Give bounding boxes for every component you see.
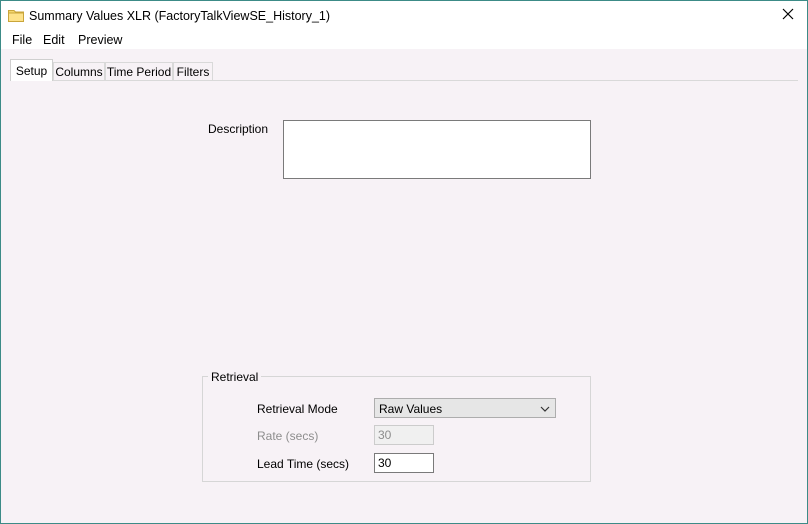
title-bar: Summary Values XLR (FactoryTalkViewSE_Hi…: [1, 1, 807, 31]
retrieval-group-title: Retrieval: [208, 370, 262, 384]
window-title: Summary Values XLR (FactoryTalkViewSE_Hi…: [29, 9, 331, 23]
rate-label: Rate (secs): [257, 429, 319, 443]
close-button[interactable]: [769, 1, 807, 31]
description-label: Description: [208, 122, 269, 136]
tab-divider: [10, 80, 798, 81]
tab-filters[interactable]: Filters: [173, 62, 213, 80]
menu-preview[interactable]: Preview: [78, 33, 122, 47]
tab-columns[interactable]: Columns: [53, 62, 105, 80]
menu-edit[interactable]: Edit: [43, 33, 65, 47]
tab-setup[interactable]: Setup: [10, 59, 53, 81]
retrieval-mode-dropdown[interactable]: Raw Values: [374, 398, 556, 418]
retrieval-mode-label: Retrieval Mode: [257, 402, 338, 416]
rate-input: [374, 425, 434, 445]
menu-file[interactable]: File: [12, 33, 32, 47]
folder-icon: [8, 9, 24, 27]
tab-time-period[interactable]: Time Period: [105, 62, 173, 80]
report-window: Summary Values XLR (FactoryTalkViewSE_Hi…: [0, 0, 808, 524]
lead-time-input[interactable]: [374, 453, 434, 473]
close-icon: [782, 7, 794, 25]
menu-bar: File Edit Preview: [1, 31, 807, 49]
chevron-down-icon: [540, 403, 550, 417]
description-input[interactable]: [283, 120, 591, 179]
lead-time-label: Lead Time (secs): [257, 457, 350, 471]
retrieval-mode-value: Raw Values: [379, 402, 443, 416]
